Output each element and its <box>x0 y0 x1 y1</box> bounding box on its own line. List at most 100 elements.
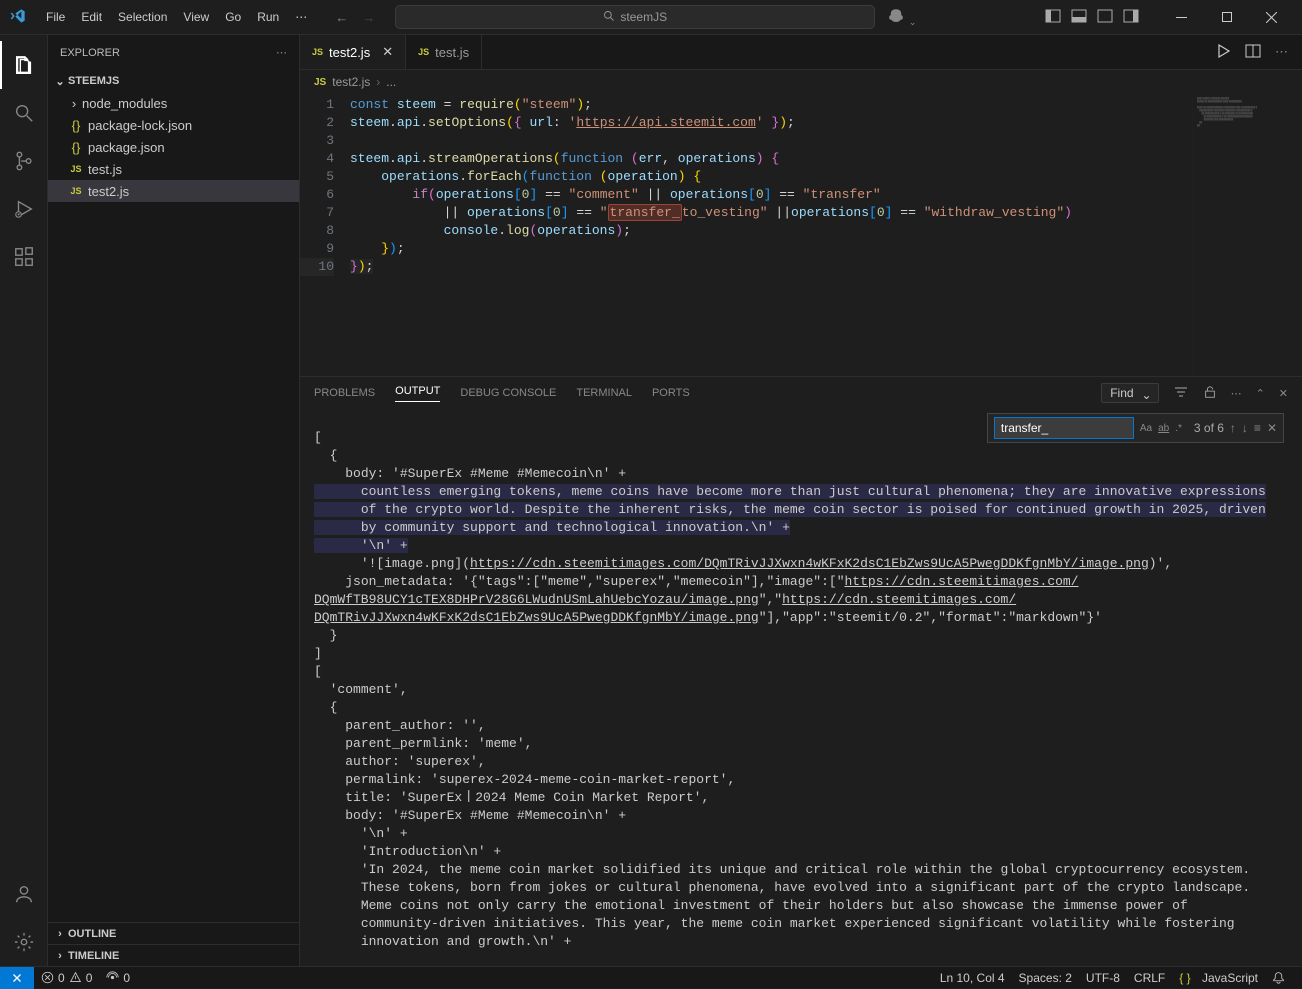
match-case-icon[interactable]: Aa <box>1140 423 1152 434</box>
sidebar-outline[interactable]: › OUTLINE <box>48 922 299 944</box>
lock-icon[interactable] <box>1203 385 1217 402</box>
activity-run[interactable] <box>0 185 48 233</box>
prev-match-icon[interactable]: ↑ <box>1230 421 1236 435</box>
panel-tab-debug[interactable]: DEBUG CONSOLE <box>460 387 556 399</box>
output-link[interactable]: DQmWfTB98UCY1cTEX8DHPrV28G6LWudnUSmLahUe… <box>314 592 759 607</box>
find-input[interactable] <box>994 417 1134 439</box>
nav-back-icon[interactable]: ← <box>335 10 348 25</box>
js-icon: JS <box>66 164 86 174</box>
chevron-right-icon: › <box>52 950 68 962</box>
close-find-icon[interactable]: ✕ <box>1267 421 1277 435</box>
activity-settings[interactable] <box>0 918 48 966</box>
tree-item-node-modules[interactable]: › node_modules <box>48 92 299 114</box>
layout-customize-icon[interactable] <box>1123 8 1139 27</box>
sidebar-more-icon[interactable]: ⋯ <box>276 46 287 59</box>
tab-test2-js[interactable]: JS test2.js ✕ <box>300 35 406 69</box>
window-maximize[interactable] <box>1204 0 1249 35</box>
tab-test-js[interactable]: JS test.js <box>406 35 482 69</box>
vscode-logo-icon <box>10 8 28 26</box>
activity-extensions[interactable] <box>0 233 48 281</box>
breadcrumb[interactable]: JS test2.js › ... <box>300 70 1302 94</box>
status-errors[interactable]: 0 0 <box>34 971 99 985</box>
tree-label: package-lock.json <box>88 118 192 133</box>
tree-item-package-lock[interactable]: {} package-lock.json <box>48 114 299 136</box>
status-notifications[interactable] <box>1265 971 1292 984</box>
activity-search[interactable] <box>0 89 48 137</box>
output-link[interactable]: https://cdn.steemitimages.com/ <box>782 592 1016 607</box>
menu-view[interactable]: View <box>175 0 217 35</box>
layout-toggle-panel-icon[interactable] <box>1071 8 1087 27</box>
tab-label: test.js <box>435 45 469 60</box>
menu-edit[interactable]: Edit <box>73 0 110 35</box>
json-icon: {} <box>66 140 86 155</box>
activity-account[interactable] <box>0 870 48 918</box>
status-eol[interactable]: CRLF <box>1127 971 1172 985</box>
code-editor[interactable]: const steem = require("steem"); steem.ap… <box>350 94 1192 376</box>
panel-tab-terminal[interactable]: TERMINAL <box>576 387 632 399</box>
copilot-icon[interactable]: ⌄ <box>887 7 916 28</box>
close-icon[interactable]: ✕ <box>1279 387 1288 400</box>
output-filter-dropdown[interactable]: Find ⌄ <box>1101 383 1158 403</box>
maximize-icon[interactable]: ⌃ <box>1256 387 1265 400</box>
tree-item-test-js[interactable]: JS test.js <box>48 158 299 180</box>
js-icon: JS <box>314 77 326 88</box>
panel-tab-problems[interactable]: PROBLEMS <box>314 387 375 399</box>
status-encoding[interactable]: UTF-8 <box>1079 971 1127 985</box>
status-cursor[interactable]: Ln 10, Col 4 <box>933 971 1012 985</box>
menu-more[interactable]: ⋯ <box>287 0 315 35</box>
panel-tab-ports[interactable]: PORTS <box>652 387 690 399</box>
activity-scm[interactable] <box>0 137 48 185</box>
tree-item-package-json[interactable]: {} package.json <box>48 136 299 158</box>
menu-go[interactable]: Go <box>217 0 249 35</box>
close-icon[interactable]: ✕ <box>382 44 393 60</box>
chevron-right-icon: › <box>66 96 82 111</box>
nav-forward-icon[interactable]: → <box>362 10 375 25</box>
outline-label: OUTLINE <box>68 928 116 940</box>
tree-label: node_modules <box>82 96 167 111</box>
line-gutter: 12345678910 <box>300 94 350 376</box>
remote-button[interactable] <box>0 967 34 989</box>
more-icon[interactable]: ⋯ <box>1231 387 1242 400</box>
chevron-right-icon: › <box>52 928 68 940</box>
tree-item-test2-js[interactable]: JS test2.js <box>48 180 299 202</box>
find-filter-icon[interactable]: ≡ <box>1254 421 1261 435</box>
tab-label: test2.js <box>329 45 370 60</box>
status-spaces[interactable]: Spaces: 2 <box>1012 971 1079 985</box>
output-link[interactable]: DQmTRivJJXwxn4wKFxK2dsC1EbZws9UcA5PwegDD… <box>314 610 759 625</box>
next-match-icon[interactable]: ↓ <box>1242 421 1248 435</box>
minimap[interactable]: ████ ████ █ ██████ ██████ █████ ██ █████… <box>1192 94 1302 376</box>
window-close[interactable] <box>1249 0 1294 35</box>
menu-selection[interactable]: Selection <box>110 0 175 35</box>
js-icon: JS <box>418 47 429 57</box>
window-minimize[interactable] <box>1159 0 1204 35</box>
js-icon: JS <box>312 47 323 57</box>
filter-icon[interactable] <box>1173 384 1189 403</box>
breadcrumb-more: ... <box>386 75 396 89</box>
match-word-icon[interactable]: ab <box>1158 423 1169 434</box>
regex-icon[interactable]: .* <box>1175 423 1182 434</box>
panel-tab-output[interactable]: OUTPUT <box>395 385 440 402</box>
command-center-search[interactable]: steemJS <box>395 5 875 29</box>
menu-file[interactable]: File <box>38 0 73 35</box>
run-icon[interactable] <box>1215 43 1231 62</box>
timeline-label: TIMELINE <box>68 950 119 962</box>
chevron-down-icon: ⌄ <box>52 75 68 88</box>
layout-toggle-primary-icon[interactable] <box>1045 8 1061 27</box>
split-icon[interactable] <box>1245 43 1261 62</box>
output-link[interactable]: https://cdn.steemitimages.com/DQmTRivJJX… <box>470 556 1149 571</box>
menu-run[interactable]: Run <box>249 0 287 35</box>
find-widget: Aa ab .* 3 of 6 ↑ ↓ ≡ ✕ <box>987 413 1284 443</box>
activity-explorer[interactable] <box>0 41 48 89</box>
output-link[interactable]: https://cdn.steemitimages.com/ <box>845 574 1079 589</box>
tree-label: test.js <box>88 162 122 177</box>
output-content[interactable]: [ { body: '#SuperEx #Meme #Memecoin\n' +… <box>300 409 1302 966</box>
layout-toggle-secondary-icon[interactable] <box>1097 8 1113 27</box>
status-lang[interactable]: { } JavaScript <box>1172 971 1265 985</box>
tree-label: test2.js <box>88 184 129 199</box>
folder-root[interactable]: ⌄ STEEMJS <box>48 70 299 92</box>
search-icon <box>603 10 615 25</box>
more-icon[interactable]: ⋯ <box>1275 44 1288 60</box>
status-ports[interactable]: 0 <box>99 971 137 985</box>
breadcrumb-file: test2.js <box>332 75 370 89</box>
sidebar-timeline[interactable]: › TIMELINE <box>48 944 299 966</box>
